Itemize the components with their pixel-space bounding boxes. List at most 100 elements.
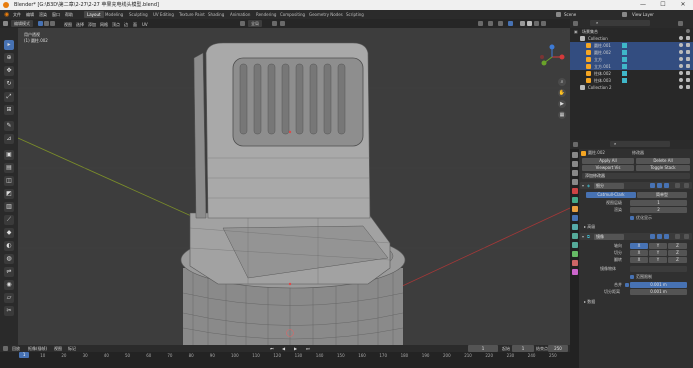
mirror-object-field[interactable] [630, 266, 687, 272]
output-tab-icon[interactable] [572, 170, 578, 176]
mirror-axis-y[interactable]: Y [649, 243, 667, 249]
outliner-editor-icon[interactable] [573, 21, 578, 26]
properties-editor-icon[interactable] [573, 142, 578, 147]
tab-uv-editing[interactable]: UV Editing [150, 11, 177, 18]
outliner-scene-collection[interactable]: ▣ 场景集合 [570, 28, 693, 35]
spin-tool-icon[interactable]: ◐ [4, 241, 14, 251]
scene-selector[interactable]: Scene [562, 10, 578, 19]
camera-render-icon[interactable] [686, 43, 690, 47]
current-frame-field[interactable]: 1 [468, 345, 498, 352]
zoom-icon[interactable]: ⌕ [558, 78, 566, 86]
menu-help[interactable]: 帮助 [63, 10, 75, 19]
blender-menu-icon[interactable]: ◉ [2, 10, 11, 19]
add-cube-tool-icon[interactable]: ▣ [4, 150, 14, 160]
properties-editor[interactable]: ⌕ 圆柱.002 修改器 Apply All Delete All Viewpo… [570, 140, 693, 368]
eye-icon[interactable] [679, 85, 683, 89]
camera-render-icon[interactable] [686, 71, 690, 75]
constraints-tab-icon[interactable] [572, 242, 578, 248]
tab-shading[interactable]: Shading [205, 11, 227, 18]
add-modifier-dropdown[interactable]: 添加修改器 [582, 173, 690, 179]
menu-window[interactable]: 窗口 [50, 10, 62, 19]
tab-texture-paint[interactable]: Texture Paint [176, 11, 208, 18]
eye-icon[interactable] [679, 78, 683, 82]
modifier-tab-icon[interactable] [572, 215, 578, 221]
mode-selector[interactable]: 编辑模式 [11, 20, 33, 27]
flip-axis-y[interactable]: Y [649, 257, 667, 263]
chevron-down-icon[interactable]: ▾ [582, 182, 584, 189]
render-tab-icon[interactable] [572, 161, 578, 167]
inset-tool-icon[interactable]: ◫ [4, 176, 14, 186]
close-icon[interactable] [684, 183, 689, 188]
orientation-selector[interactable]: 全局 [248, 20, 262, 27]
frame-ruler[interactable]: 0102030405060708090100110120130140150160… [0, 352, 570, 368]
annotate-tool-icon[interactable]: ✎ [4, 121, 14, 131]
shading-rendered-icon[interactable] [541, 21, 546, 26]
knife-tool-icon[interactable]: ⟋ [4, 215, 14, 225]
outliner-row[interactable]: 柱体.003 [570, 77, 693, 84]
jump-end-icon[interactable]: ⏭ [304, 345, 312, 352]
modifier-icon[interactable] [622, 43, 627, 48]
transform-pivot-icon[interactable] [240, 21, 245, 26]
rotate-tool-icon[interactable]: ↻ [4, 79, 14, 89]
timeline-editor-icon[interactable] [3, 346, 8, 351]
menu-edit[interactable]: 编辑 [24, 10, 36, 19]
shear-tool-icon[interactable]: ▱ [4, 293, 14, 303]
modifier-icon[interactable] [622, 57, 627, 62]
clipping-checkbox[interactable] [630, 275, 634, 279]
transform-tool-icon[interactable]: ⊞ [4, 105, 14, 115]
viewport-toggle-icon[interactable] [657, 183, 662, 188]
viewport-toggle-icon[interactable] [657, 234, 662, 239]
edge-select-icon[interactable] [44, 21, 49, 26]
tab-sculpting[interactable]: Sculpting [126, 11, 151, 18]
render-levels-field[interactable]: 2 [630, 207, 687, 213]
edit-mode-toggle-icon[interactable] [650, 234, 655, 239]
object-tab-icon[interactable] [572, 206, 578, 212]
tab-layout[interactable]: Layout [84, 11, 104, 18]
modifier-icon[interactable] [622, 50, 627, 55]
eye-icon[interactable] [679, 43, 683, 47]
outliner[interactable]: ▣ 场景集合 Collection 圆柱.001 圆柱.002 立方 立方.001 柱体.… [570, 28, 693, 140]
eye-icon[interactable] [686, 29, 690, 33]
camera-render-icon[interactable] [686, 50, 690, 54]
mirror-name-field[interactable]: 镜像 [594, 233, 624, 240]
menu-render[interactable]: 渲染 [37, 10, 49, 19]
data-section[interactable]: ▸ 数据 [584, 299, 595, 305]
eye-icon[interactable] [679, 64, 683, 68]
shading-material-icon[interactable] [534, 21, 539, 26]
simple-button[interactable]: 简单型 [637, 192, 687, 198]
timeline[interactable]: 回放 抠像(插帧) 视图 标记 ⏮ ◀ ▶ ⏭ 1 起始 1 结束点 250 0… [0, 345, 570, 368]
outliner-row[interactable]: 立方.001 [570, 63, 693, 70]
end-frame-field[interactable]: 250 [548, 345, 568, 352]
smooth-tool-icon[interactable]: ◍ [4, 254, 14, 264]
eye-icon[interactable] [679, 50, 683, 54]
close-button[interactable]: ✕ [673, 0, 693, 10]
mirror-axis-z[interactable]: Z [668, 243, 687, 249]
chevron-down-icon[interactable]: ▾ [582, 233, 584, 240]
bevel-tool-icon[interactable]: ◩ [4, 189, 14, 199]
timeline-menu-playback[interactable]: 回放 [10, 345, 22, 352]
perspective-toggle-icon[interactable]: ▦ [558, 111, 566, 119]
modifier-icon[interactable] [622, 71, 627, 76]
mirror-modifier-header[interactable]: ▾ ⧉ 镜像 [580, 233, 692, 240]
apply-all-button[interactable]: Apply All [582, 158, 634, 164]
close-icon[interactable] [684, 234, 689, 239]
gizmo-toggle-icon[interactable] [488, 21, 493, 26]
camera-render-icon[interactable] [686, 36, 690, 40]
world-tab-icon[interactable] [572, 197, 578, 203]
modifier-icon[interactable] [622, 78, 627, 83]
merge-distance-field[interactable]: 0.001 m [630, 282, 687, 288]
filter-icon[interactable] [678, 21, 683, 26]
mirror-axis-x[interactable]: X [630, 243, 648, 249]
move-tool-icon[interactable]: ✥ [4, 66, 14, 76]
camera-render-icon[interactable] [686, 57, 690, 61]
flip-axis-x[interactable]: X [630, 257, 648, 263]
advanced-section[interactable]: ▸ 高级 [584, 224, 595, 230]
timeline-menu-marker[interactable]: 标记 [66, 345, 78, 352]
minimize-button[interactable]: — [633, 0, 653, 10]
tab-geometry-nodes[interactable]: Geometry Nodes [306, 11, 346, 18]
catmull-clark-button[interactable]: Catmull-Clark [586, 192, 636, 198]
tab-scripting[interactable]: Scripting [343, 11, 367, 18]
visibility-icon[interactable] [478, 21, 483, 26]
cursor-tool-icon[interactable]: ⊕ [4, 53, 14, 63]
view-layer-tab-icon[interactable] [572, 179, 578, 185]
